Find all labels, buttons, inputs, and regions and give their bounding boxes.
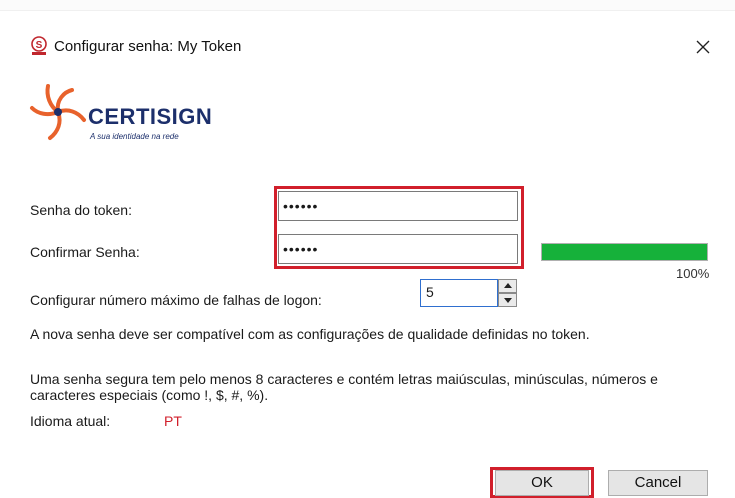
close-icon[interactable] bbox=[688, 32, 718, 62]
certisign-logo: CERTISIGN A sua identidade na rede bbox=[28, 82, 212, 142]
stepper-down-button[interactable] bbox=[498, 293, 517, 307]
secure-password-note: Uma senha segura tem pelo menos 8 caract… bbox=[30, 371, 658, 403]
max-failures-input[interactable]: 5 bbox=[420, 279, 498, 307]
title-bar: S Configurar senha: My Token bbox=[0, 28, 735, 68]
window-top-edge bbox=[0, 0, 735, 11]
token-password-input[interactable]: •••••• bbox=[278, 191, 518, 221]
certisign-s-icon: S bbox=[30, 36, 48, 58]
stepper-up-button[interactable] bbox=[498, 279, 517, 293]
chevron-down-icon bbox=[504, 298, 512, 303]
token-password-label: Senha do token: bbox=[30, 202, 132, 218]
svg-text:S: S bbox=[36, 40, 43, 51]
max-failures-stepper: 5 bbox=[420, 279, 517, 307]
ok-button[interactable]: OK bbox=[495, 470, 589, 496]
language-label: Idioma atual: bbox=[30, 413, 111, 429]
confirm-password-label: Confirmar Senha: bbox=[30, 244, 140, 260]
window-title: Configurar senha: My Token bbox=[54, 38, 242, 55]
logo-tagline: A sua identidade na rede bbox=[90, 132, 179, 141]
cancel-button[interactable]: Cancel bbox=[608, 470, 708, 496]
logo-brand-text: CERTISIGN bbox=[88, 104, 213, 129]
certisign-star-icon bbox=[30, 84, 86, 140]
language-value: PT bbox=[164, 413, 182, 429]
dialog-window: S Configurar senha: My Token CERTISIGN A… bbox=[0, 0, 735, 498]
password-strength-bar bbox=[541, 243, 708, 261]
password-strength-percent: 100% bbox=[676, 266, 710, 281]
confirm-password-input[interactable]: •••••• bbox=[278, 234, 518, 264]
max-failures-label: Configurar número máximo de falhas de lo… bbox=[30, 292, 322, 308]
chevron-up-icon bbox=[504, 283, 512, 288]
quality-note: A nova senha deve ser compatível com as … bbox=[30, 326, 590, 342]
